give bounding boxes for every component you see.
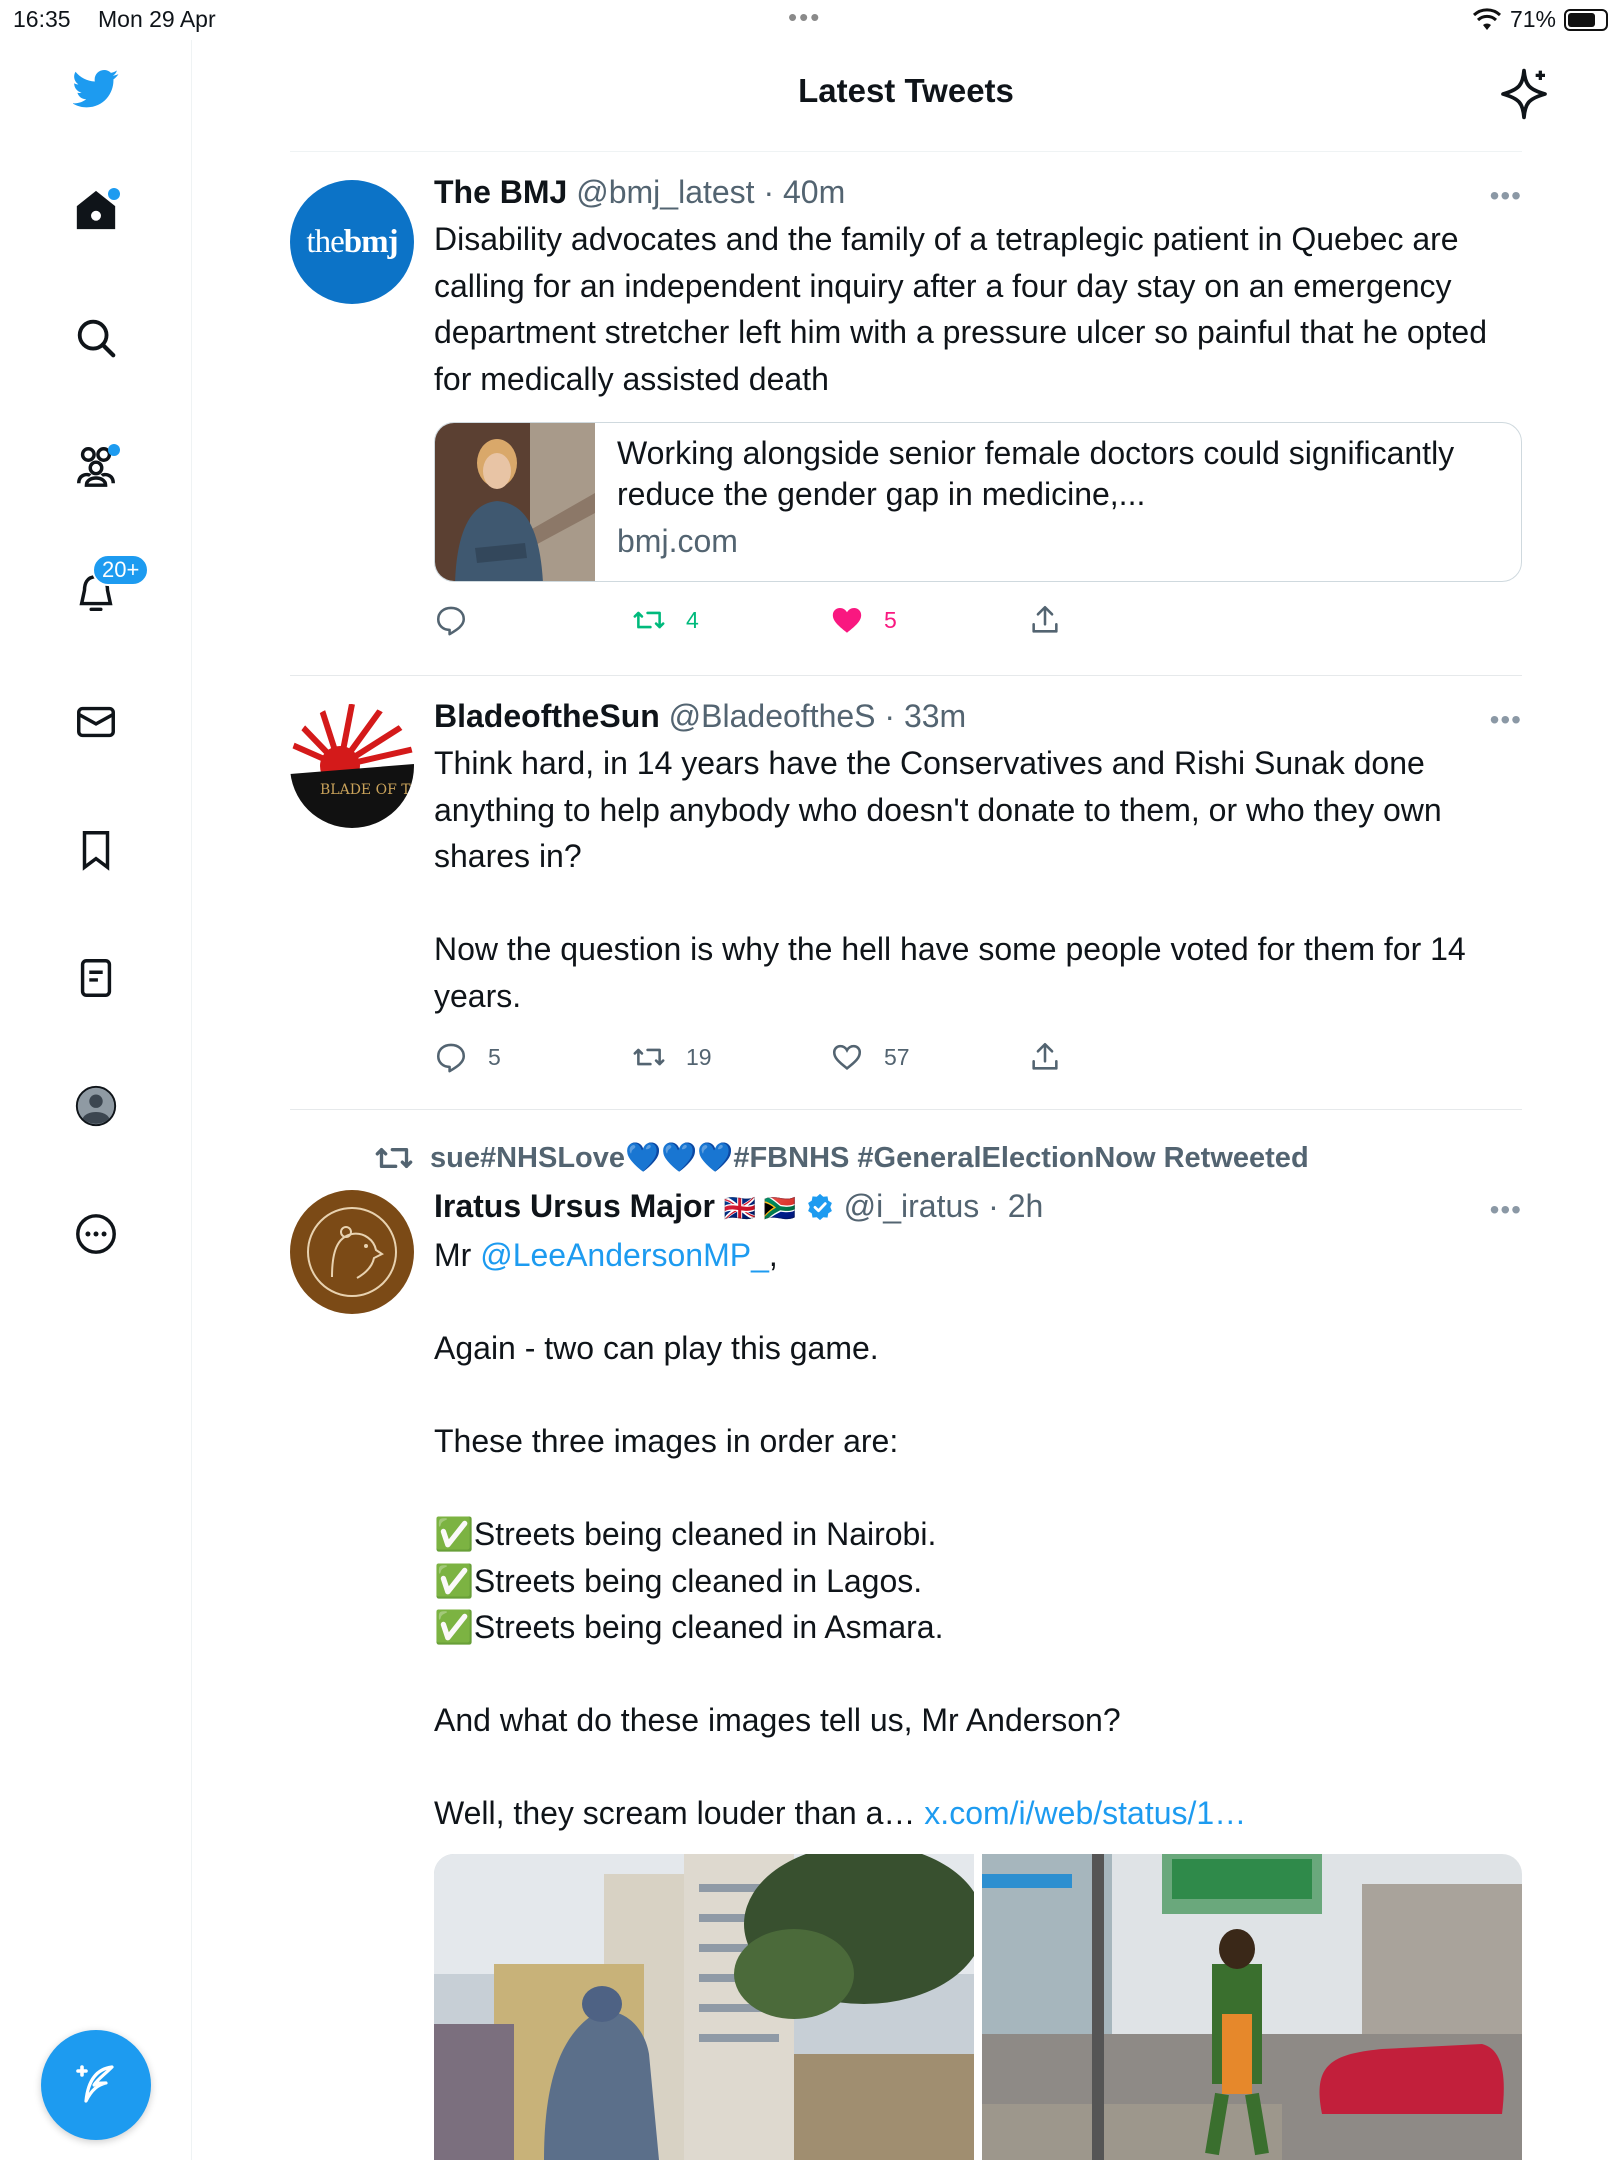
compose-feather-icon bbox=[76, 2065, 114, 2103]
avatar[interactable]: BLADE OF THE bbox=[290, 704, 414, 828]
more-options-icon[interactable] bbox=[68, 1206, 124, 1262]
media-image-nairobi[interactable] bbox=[434, 1854, 974, 2160]
home-unread-dot bbox=[108, 188, 120, 200]
tweet[interactable]: BLADE OF THE BladeoftheSun @BladeoftheS … bbox=[290, 676, 1522, 1110]
search-icon[interactable] bbox=[68, 310, 124, 366]
tweet[interactable]: thebmj The BMJ @bmj_latest · 40m ••• Dis… bbox=[290, 152, 1522, 676]
share-icon bbox=[1032, 1042, 1058, 1070]
tweet-header: BladeoftheSun @BladeoftheS · 33m bbox=[434, 696, 1522, 736]
status-date: Mon 29 Apr bbox=[98, 6, 216, 32]
reply-button[interactable]: 5 bbox=[434, 1037, 501, 1077]
communities-icon[interactable] bbox=[68, 438, 124, 494]
link-card-thumbnail bbox=[435, 423, 595, 581]
heart-icon bbox=[832, 1044, 862, 1070]
tweet-more-icon[interactable]: ••• bbox=[1490, 704, 1522, 736]
tweet-more-icon[interactable]: ••• bbox=[1490, 180, 1522, 212]
flag-emojis: 🇬🇧 🇿🇦 bbox=[723, 1193, 796, 1223]
tweet-actions: 5 19 57 bbox=[434, 1037, 1522, 1077]
tweet-text-body: , Again - two can play this game. These … bbox=[434, 1237, 1121, 1831]
retweet-icon bbox=[633, 611, 665, 629]
sparkle-icon[interactable] bbox=[1496, 66, 1552, 122]
communities-unread-dot bbox=[108, 444, 120, 456]
sidebar: 20+ bbox=[0, 40, 192, 2160]
tweet-text: Disability advocates and the family of a… bbox=[434, 221, 1496, 397]
heart-filled-icon bbox=[832, 607, 862, 633]
profile-avatar-icon[interactable] bbox=[68, 1078, 124, 1134]
tweet-text: Think hard, in 14 years have the Conserv… bbox=[434, 745, 1466, 1014]
tweet-header: Iratus Ursus Major 🇬🇧 🇿🇦 @i_iratus · 2h bbox=[434, 1186, 1522, 1228]
reply-icon bbox=[436, 606, 466, 636]
like-count: 57 bbox=[884, 1043, 910, 1070]
retweet-count: 19 bbox=[686, 1043, 712, 1070]
author-handle-time: @bmj_latest · 40m bbox=[576, 174, 846, 210]
status-bar: 16:35 Mon 29 Apr ••• 71% bbox=[0, 0, 1620, 40]
link-card-domain: bmj.com bbox=[617, 523, 738, 559]
link-card-title: Working alongside senior female doctors … bbox=[617, 435, 1455, 512]
share-icon bbox=[1032, 605, 1058, 633]
reply-icon bbox=[436, 1043, 466, 1073]
compose-tweet-button[interactable] bbox=[41, 2030, 151, 2140]
retweet-icon bbox=[633, 1048, 665, 1066]
multitasking-dots-icon[interactable]: ••• bbox=[788, 2, 821, 33]
timeline-header: Latest Tweets bbox=[290, 50, 1547, 152]
messages-icon[interactable] bbox=[68, 694, 124, 750]
retweeted-by-label[interactable]: sue#NHSLove💙💙💙#FBNHS #GeneralElectionNow… bbox=[374, 1138, 1309, 1178]
media-grid bbox=[434, 1854, 1522, 2160]
avatar[interactable] bbox=[290, 1190, 414, 1314]
retweet-button[interactable]: 19 bbox=[632, 1037, 712, 1077]
notifications-icon[interactable]: 20+ bbox=[68, 554, 150, 622]
link-card[interactable]: Working alongside senior female doctors … bbox=[434, 422, 1522, 582]
reply-button[interactable] bbox=[434, 600, 468, 640]
author-name[interactable]: The BMJ bbox=[434, 174, 567, 210]
reply-count: 5 bbox=[488, 1043, 501, 1070]
mention-link[interactable]: @LeeAndersonMP_ bbox=[480, 1237, 769, 1273]
like-button[interactable]: 5 bbox=[830, 600, 897, 640]
avatar-logo-the: the bbox=[306, 223, 344, 260]
retweet-count: 4 bbox=[686, 606, 699, 633]
author-name[interactable]: BladeoftheSun bbox=[434, 698, 660, 734]
wifi-icon bbox=[1472, 7, 1501, 30]
twitter-logo-icon[interactable] bbox=[68, 60, 124, 116]
avatar-logo-bmj: bmj bbox=[343, 223, 399, 260]
tweet[interactable]: sue#NHSLove💙💙💙#FBNHS #GeneralElectionNow… bbox=[290, 1110, 1522, 2160]
verified-badge-icon bbox=[807, 1193, 832, 1221]
avatar[interactable]: thebmj bbox=[290, 180, 414, 304]
author-handle-time: @i_iratus · 2h bbox=[843, 1188, 1044, 1224]
tweet-text: Mr @LeeAndersonMP_, Again - two can play… bbox=[434, 1232, 1522, 1837]
home-icon[interactable] bbox=[68, 182, 124, 238]
share-button[interactable] bbox=[1028, 600, 1062, 640]
bookmarks-icon[interactable] bbox=[68, 822, 124, 878]
retweeted-by-text: sue#NHSLove💙💙💙#FBNHS #GeneralElectionNow… bbox=[430, 1142, 1309, 1174]
author-handle-time: @BladeoftheS · 33m bbox=[668, 698, 967, 734]
like-button[interactable]: 57 bbox=[830, 1037, 910, 1077]
status-right: 71% bbox=[1472, 6, 1608, 33]
tweet-actions: 4 5 bbox=[434, 600, 1522, 640]
tweet-header: The BMJ @bmj_latest · 40m bbox=[434, 172, 1522, 212]
author-name[interactable]: Iratus Ursus Major bbox=[434, 1188, 715, 1224]
status-time: 16:35 bbox=[13, 6, 71, 32]
avatar-text: BLADE OF THE bbox=[320, 782, 414, 798]
battery-percentage: 71% bbox=[1509, 6, 1556, 32]
tweet-more-icon[interactable]: ••• bbox=[1490, 1194, 1522, 1226]
battery-icon bbox=[1564, 8, 1608, 31]
page-title: Latest Tweets bbox=[798, 72, 1014, 109]
tweet-text-prefix: Mr bbox=[434, 1237, 481, 1273]
like-count: 5 bbox=[884, 606, 897, 633]
bear-logo-icon bbox=[307, 1207, 397, 1297]
show-more-link[interactable]: x.com/i/web/status/1… bbox=[924, 1795, 1246, 1831]
lists-icon[interactable] bbox=[68, 950, 124, 1006]
media-image-lagos[interactable] bbox=[982, 1854, 1522, 2160]
retweet-button[interactable]: 4 bbox=[632, 600, 699, 640]
share-button[interactable] bbox=[1028, 1037, 1062, 1077]
retweet-icon bbox=[375, 1148, 413, 1168]
notifications-badge: 20+ bbox=[92, 554, 150, 586]
